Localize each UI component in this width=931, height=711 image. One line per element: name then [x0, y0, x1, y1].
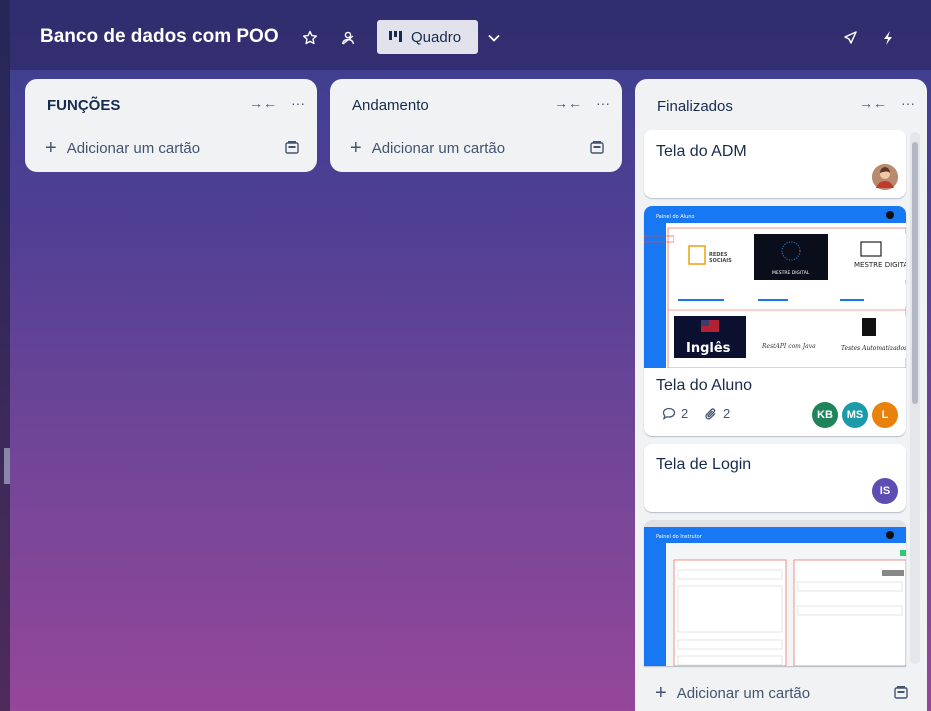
svg-text:MESTRE DIGITAL: MESTRE DIGITAL: [772, 270, 810, 276]
visibility-button[interactable]: [332, 22, 364, 54]
list-title[interactable]: Andamento: [352, 97, 429, 114]
more-icon[interactable]: ···: [291, 95, 305, 111]
board-title[interactable]: Banco de dados com POO: [40, 26, 279, 48]
card-template-icon[interactable]: [590, 140, 604, 154]
card-template-icon[interactable]: [894, 685, 908, 699]
add-card-label: Adicionar um cartão: [676, 684, 811, 702]
member-avatar-kb[interactable]: KB: [812, 402, 838, 428]
member-avatar-ms[interactable]: MS: [842, 402, 868, 428]
svg-text:Inglês: Inglês: [686, 341, 731, 356]
svg-text:Testes Automatizados: Testes Automatizados: [841, 345, 906, 352]
comment-icon: [662, 407, 676, 420]
cover-panel-title: Painel do Instrutor: [656, 534, 703, 540]
star-button[interactable]: [294, 22, 326, 54]
rocket-icon: [844, 31, 857, 44]
view-switcher-button[interactable]: [478, 22, 510, 54]
card-cover-image: Painel do Aluno REDES SOCIAIS MESTRE DIG…: [644, 206, 906, 368]
card-painel-instrutor[interactable]: Painel do Instrutor: [644, 520, 906, 666]
card-title: Tela do Aluno: [656, 377, 753, 394]
card-template-icon[interactable]: [285, 140, 299, 154]
svg-text:MESTRE DIGITAL: MESTRE DIGITAL: [854, 261, 906, 269]
board-view-label: Quadro: [411, 28, 462, 46]
sidebar-handle[interactable]: [4, 448, 10, 484]
scrollbar-thumb[interactable]: [912, 142, 918, 404]
list-andamento: Andamento →← ··· + Adicionar um cartão: [330, 79, 622, 172]
list-funcoes: FUNÇÕES →← ··· + Adicionar um cartão: [25, 79, 317, 172]
more-icon[interactable]: ···: [901, 95, 915, 111]
user-photo-icon: [872, 164, 898, 190]
card-tela-do-adm[interactable]: Tela do ADM: [644, 130, 906, 198]
list-scrollbar[interactable]: [910, 132, 920, 664]
add-card-label: Adicionar um cartão: [66, 139, 201, 157]
comments-count: 2: [681, 406, 689, 421]
card-cover-image: Painel do Instrutor: [644, 520, 906, 666]
add-card-button[interactable]: + Adicionar um cartão: [655, 683, 810, 703]
member-avatar-is[interactable]: IS: [872, 478, 898, 504]
board-icon: [389, 31, 402, 42]
card-tela-de-login[interactable]: Tela de Login IS: [644, 444, 906, 512]
collapse-icon[interactable]: →←: [249, 95, 277, 111]
plus-icon: +: [350, 137, 362, 159]
add-card-button[interactable]: + Adicionar um cartão: [350, 138, 505, 158]
svg-text:SOCIAIS: SOCIAIS: [709, 258, 732, 264]
people-icon: [341, 31, 355, 45]
comments-badge: 2: [662, 406, 688, 421]
attachments-count: 2: [723, 406, 731, 421]
add-card-button[interactable]: + Adicionar um cartão: [45, 138, 200, 158]
card-title: Tela de Login: [656, 456, 752, 473]
plus-icon: +: [655, 682, 667, 704]
more-icon[interactable]: ···: [596, 95, 610, 111]
list-title[interactable]: FUNÇÕES: [47, 97, 120, 114]
attachments-badge: 2: [704, 406, 730, 421]
power-ups-button[interactable]: [834, 22, 866, 54]
collapse-icon[interactable]: →←: [554, 95, 582, 111]
member-avatar-l[interactable]: L: [872, 402, 898, 428]
svg-text:RestAPI com Java: RestAPI com Java: [761, 343, 816, 350]
chevron-down-icon: [488, 34, 500, 42]
star-icon: [303, 30, 317, 45]
collapse-icon[interactable]: →←: [859, 95, 887, 111]
card-tela-do-aluno[interactable]: Painel do Aluno REDES SOCIAIS MESTRE DIG…: [644, 206, 906, 436]
board-view-button[interactable]: Quadro: [377, 20, 478, 54]
cover-panel-title: Painel do Aluno: [656, 214, 695, 220]
avatar[interactable]: [872, 164, 898, 190]
board-header: Banco de dados com POO Quadro: [10, 0, 931, 70]
plus-icon: +: [45, 137, 57, 159]
list-title[interactable]: Finalizados: [657, 98, 733, 115]
lightning-icon: [884, 31, 892, 45]
card-title: Tela do ADM: [656, 143, 747, 160]
automation-button[interactable]: [872, 22, 904, 54]
add-card-label: Adicionar um cartão: [371, 139, 506, 157]
left-edge: [0, 0, 10, 711]
paperclip-icon: [705, 407, 716, 419]
